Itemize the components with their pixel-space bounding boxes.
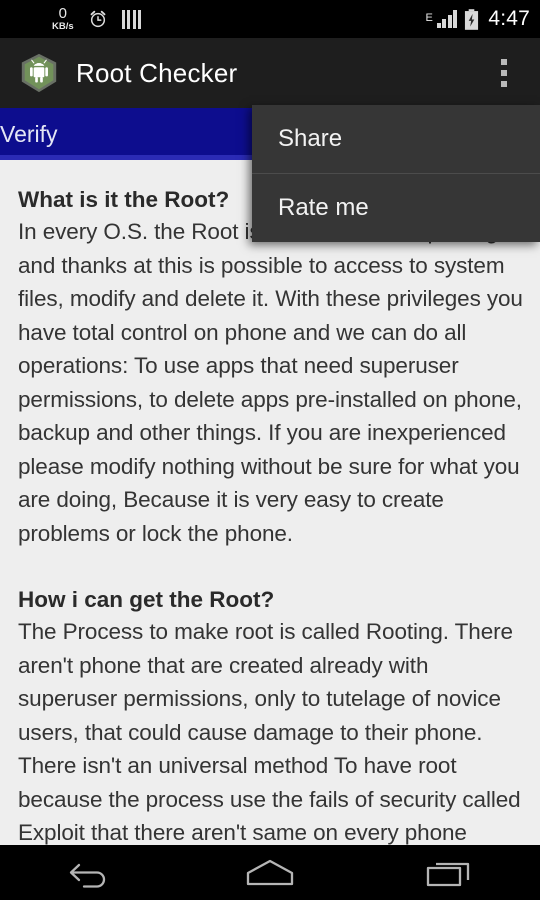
page-title: Root Checker — [76, 57, 238, 88]
section-body-what-is-root: In every O.S. the Root is the user with … — [18, 219, 523, 546]
menu-item-rate-me-label: Rate me — [278, 194, 369, 221]
menu-item-rate-me[interactable]: Rate me — [252, 174, 540, 242]
content-scroll-area[interactable]: What is it the Root? In every O.S. the R… — [0, 160, 540, 845]
status-bar-right: E 4:47 — [425, 7, 530, 31]
android-navigation-bar — [0, 845, 540, 900]
section-body-how-get-root: The Process to make root is called Rooti… — [18, 619, 521, 845]
section-heading-how-get-root: How i can get the Root? — [18, 587, 275, 612]
overflow-popup-menu: Share Rate me — [252, 105, 540, 242]
network-speed-unit: KB/s — [52, 21, 74, 33]
menu-item-share[interactable]: Share — [252, 105, 540, 173]
overflow-menu-icon[interactable] — [490, 51, 518, 95]
status-bar-left: 0 KB/s — [10, 6, 142, 32]
android-screen: 0 KB/s E 4:47 Root Checker Verify What i… — [0, 0, 540, 900]
sim-bars-icon — [121, 9, 142, 29]
battery-charging-icon — [464, 8, 479, 30]
action-bar: Root Checker — [0, 38, 540, 108]
status-bar-clock: 4:47 — [488, 7, 530, 30]
recent-apps-icon[interactable] — [400, 845, 500, 900]
network-speed-indicator: 0 KB/s — [52, 6, 74, 32]
menu-item-share-label: Share — [278, 125, 343, 152]
back-arrow-icon[interactable] — [40, 845, 140, 900]
alarm-clock-icon — [88, 9, 108, 29]
network-type-label: E — [425, 12, 433, 24]
android-shield-logo-icon — [0, 52, 60, 94]
status-bar: 0 KB/s E 4:47 — [0, 0, 540, 38]
signal-bars-icon — [436, 10, 458, 28]
network-speed-value: 0 — [58, 5, 67, 23]
home-icon[interactable] — [220, 845, 320, 900]
tab-verify[interactable]: Verify — [0, 108, 261, 160]
tab-verify-label: Verify — [0, 120, 58, 147]
